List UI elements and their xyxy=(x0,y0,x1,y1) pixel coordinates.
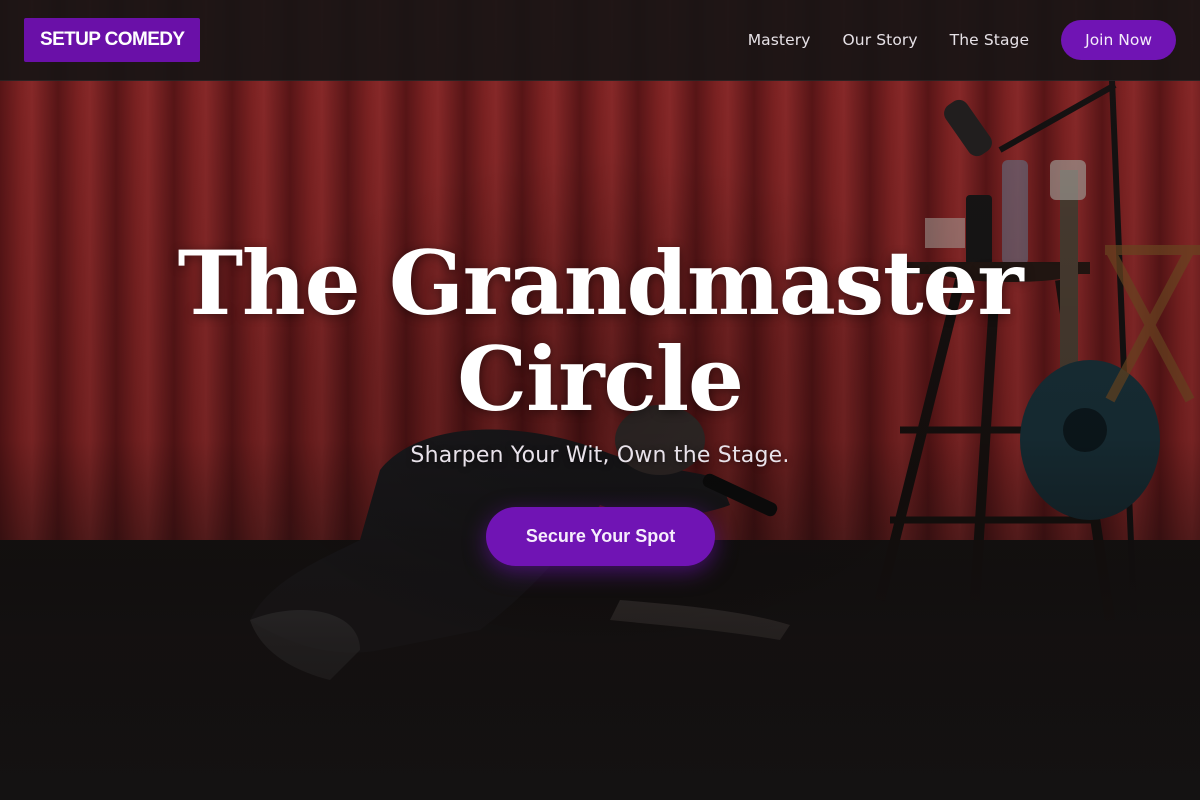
join-now-button[interactable]: Join Now xyxy=(1061,20,1176,60)
hero-section: The Grandmaster Circle Sharpen Your Wit,… xyxy=(0,81,1200,800)
hero-title-line-1: The Grandmaster xyxy=(177,231,1024,335)
hero-title-line-2: Circle xyxy=(457,327,744,431)
site-header: SETUP COMEDY Mastery Our Story The Stage… xyxy=(0,0,1200,81)
hero-title: The Grandmaster Circle xyxy=(0,235,1200,427)
hero-subtitle: Sharpen Your Wit, Own the Stage. xyxy=(410,443,790,468)
nav-link-the-stage[interactable]: The Stage xyxy=(950,31,1029,49)
nav-link-mastery[interactable]: Mastery xyxy=(748,31,811,49)
logo[interactable]: SETUP COMEDY xyxy=(24,18,201,62)
main-nav: Mastery Our Story The Stage Join Now xyxy=(748,20,1176,60)
nav-link-our-story[interactable]: Our Story xyxy=(843,31,918,49)
secure-your-spot-button[interactable]: Secure Your Spot xyxy=(486,507,715,566)
